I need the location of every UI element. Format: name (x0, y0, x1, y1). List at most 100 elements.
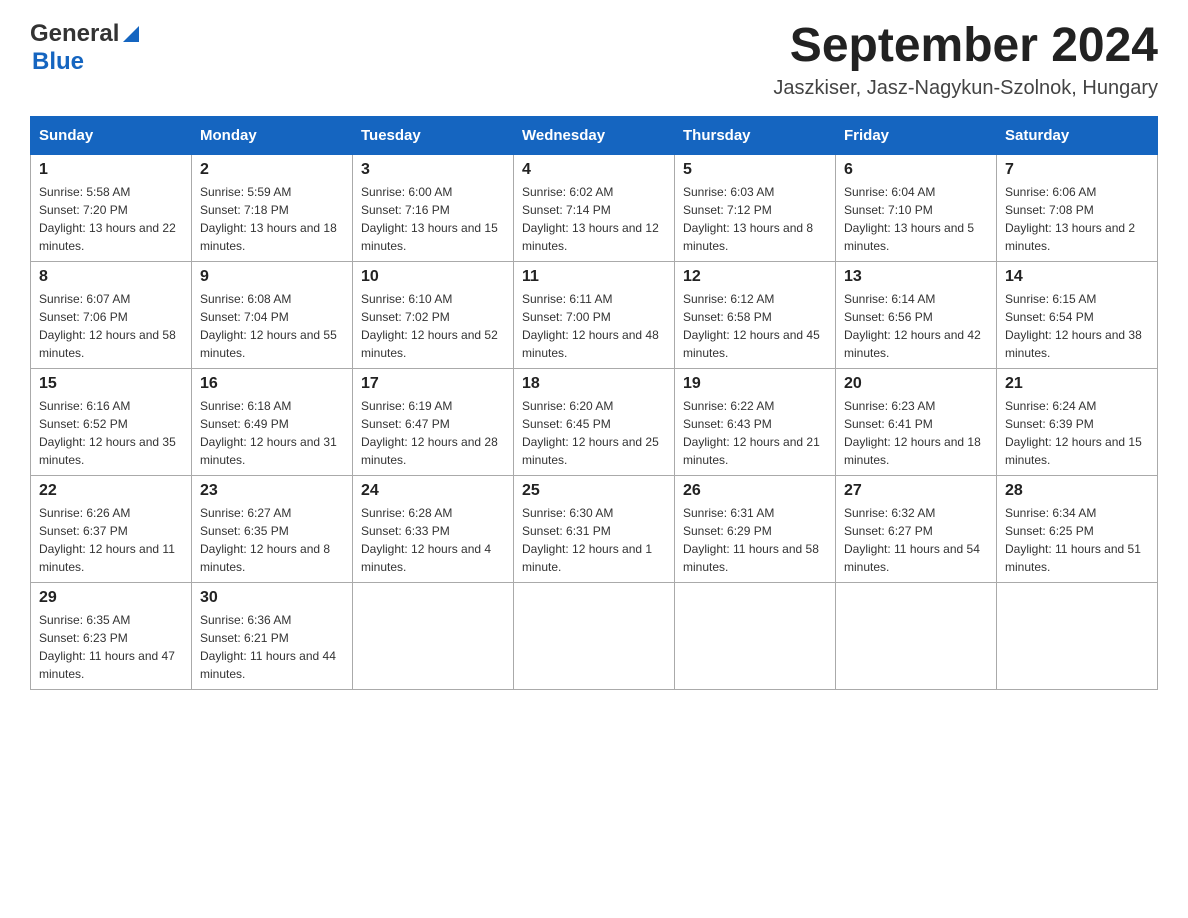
calendar-cell: 21 Sunrise: 6:24 AMSunset: 6:39 PMDayligh… (997, 368, 1158, 475)
day-info: Sunrise: 6:23 AMSunset: 6:41 PMDaylight:… (844, 397, 988, 469)
day-info: Sunrise: 6:11 AMSunset: 7:00 PMDaylight:… (522, 290, 666, 362)
calendar-cell (353, 582, 514, 689)
day-info: Sunrise: 6:06 AMSunset: 7:08 PMDaylight:… (1005, 183, 1149, 255)
day-info: Sunrise: 6:12 AMSunset: 6:58 PMDaylight:… (683, 290, 827, 362)
day-number: 12 (683, 268, 827, 286)
calendar-cell: 4 Sunrise: 6:02 AMSunset: 7:14 PMDaylight… (514, 154, 675, 261)
day-number: 17 (361, 375, 505, 393)
day-number: 20 (844, 375, 988, 393)
day-info: Sunrise: 5:58 AMSunset: 7:20 PMDaylight:… (39, 183, 183, 255)
day-number: 10 (361, 268, 505, 286)
day-number: 30 (200, 589, 344, 607)
day-info: Sunrise: 6:35 AMSunset: 6:23 PMDaylight:… (39, 611, 183, 683)
weekday-header-sunday: Sunday (31, 116, 192, 154)
calendar-cell: 7 Sunrise: 6:06 AMSunset: 7:08 PMDaylight… (997, 154, 1158, 261)
calendar-cell: 15 Sunrise: 6:16 AMSunset: 6:52 PMDayligh… (31, 368, 192, 475)
day-number: 15 (39, 375, 183, 393)
day-info: Sunrise: 6:04 AMSunset: 7:10 PMDaylight:… (844, 183, 988, 255)
calendar-cell: 23 Sunrise: 6:27 AMSunset: 6:35 PMDayligh… (192, 475, 353, 582)
calendar-cell: 16 Sunrise: 6:18 AMSunset: 6:49 PMDayligh… (192, 368, 353, 475)
day-number: 22 (39, 482, 183, 500)
calendar-cell: 29 Sunrise: 6:35 AMSunset: 6:23 PMDayligh… (31, 582, 192, 689)
day-number: 24 (361, 482, 505, 500)
calendar-cell: 8 Sunrise: 6:07 AMSunset: 7:06 PMDaylight… (31, 261, 192, 368)
weekday-header-friday: Friday (836, 116, 997, 154)
calendar-cell: 27 Sunrise: 6:32 AMSunset: 6:27 PMDayligh… (836, 475, 997, 582)
day-number: 29 (39, 589, 183, 607)
calendar-week-4: 22 Sunrise: 6:26 AMSunset: 6:37 PMDayligh… (31, 475, 1158, 582)
calendar-cell: 30 Sunrise: 6:36 AMSunset: 6:21 PMDayligh… (192, 582, 353, 689)
calendar-cell: 18Sunrise: 6:20 AMSunset: 6:45 PMDayligh… (514, 368, 675, 475)
calendar-cell: 25 Sunrise: 6:30 AMSunset: 6:31 PMDayligh… (514, 475, 675, 582)
day-info: Sunrise: 6:19 AMSunset: 6:47 PMDaylight:… (361, 397, 505, 469)
calendar-week-1: 1 Sunrise: 5:58 AMSunset: 7:20 PMDaylight… (31, 154, 1158, 261)
day-info: Sunrise: 6:30 AMSunset: 6:31 PMDaylight:… (522, 504, 666, 576)
page-header: General Blue September 2024 Jaszkiser, J… (30, 20, 1158, 100)
logo-general-text: General (30, 20, 119, 48)
day-number: 9 (200, 268, 344, 286)
calendar-cell: 24 Sunrise: 6:28 AMSunset: 6:33 PMDayligh… (353, 475, 514, 582)
calendar-cell: 10Sunrise: 6:10 AMSunset: 7:02 PMDayligh… (353, 261, 514, 368)
weekday-header-wednesday: Wednesday (514, 116, 675, 154)
calendar-week-2: 8 Sunrise: 6:07 AMSunset: 7:06 PMDaylight… (31, 261, 1158, 368)
day-info: Sunrise: 6:36 AMSunset: 6:21 PMDaylight:… (200, 611, 344, 683)
day-info: Sunrise: 6:08 AMSunset: 7:04 PMDaylight:… (200, 290, 344, 362)
calendar-cell: 1 Sunrise: 5:58 AMSunset: 7:20 PMDaylight… (31, 154, 192, 261)
calendar-cell: 13 Sunrise: 6:14 AMSunset: 6:56 PMDayligh… (836, 261, 997, 368)
logo-triangle-icon (121, 24, 141, 44)
calendar-week-5: 29 Sunrise: 6:35 AMSunset: 6:23 PMDayligh… (31, 582, 1158, 689)
day-number: 21 (1005, 375, 1149, 393)
weekday-header-monday: Monday (192, 116, 353, 154)
day-number: 7 (1005, 161, 1149, 179)
calendar-cell: 2 Sunrise: 5:59 AMSunset: 7:18 PMDaylight… (192, 154, 353, 261)
calendar-cell: 19 Sunrise: 6:22 AMSunset: 6:43 PMDayligh… (675, 368, 836, 475)
day-number: 26 (683, 482, 827, 500)
calendar-cell: 17 Sunrise: 6:19 AMSunset: 6:47 PMDayligh… (353, 368, 514, 475)
calendar-cell: 9 Sunrise: 6:08 AMSunset: 7:04 PMDaylight… (192, 261, 353, 368)
calendar-week-3: 15 Sunrise: 6:16 AMSunset: 6:52 PMDayligh… (31, 368, 1158, 475)
day-info: Sunrise: 6:16 AMSunset: 6:52 PMDaylight:… (39, 397, 183, 469)
day-number: 25 (522, 482, 666, 500)
day-info: Sunrise: 5:59 AMSunset: 7:18 PMDaylight:… (200, 183, 344, 255)
calendar-cell: 26 Sunrise: 6:31 AMSunset: 6:29 PMDayligh… (675, 475, 836, 582)
day-info: Sunrise: 6:14 AMSunset: 6:56 PMDaylight:… (844, 290, 988, 362)
calendar-cell: 28 Sunrise: 6:34 AMSunset: 6:25 PMDayligh… (997, 475, 1158, 582)
weekday-header-thursday: Thursday (675, 116, 836, 154)
logo: General Blue (30, 20, 141, 76)
day-info: Sunrise: 6:03 AMSunset: 7:12 PMDaylight:… (683, 183, 827, 255)
calendar-cell: 3Sunrise: 6:00 AMSunset: 7:16 PMDaylight… (353, 154, 514, 261)
day-info: Sunrise: 6:24 AMSunset: 6:39 PMDaylight:… (1005, 397, 1149, 469)
day-number: 5 (683, 161, 827, 179)
day-info: Sunrise: 6:15 AMSunset: 6:54 PMDaylight:… (1005, 290, 1149, 362)
day-number: 23 (200, 482, 344, 500)
day-info: Sunrise: 6:32 AMSunset: 6:27 PMDaylight:… (844, 504, 988, 576)
calendar-cell: 6Sunrise: 6:04 AMSunset: 7:10 PMDaylight… (836, 154, 997, 261)
day-info: Sunrise: 6:31 AMSunset: 6:29 PMDaylight:… (683, 504, 827, 576)
day-number: 8 (39, 268, 183, 286)
day-number: 2 (200, 161, 344, 179)
day-info: Sunrise: 6:02 AMSunset: 7:14 PMDaylight:… (522, 183, 666, 255)
day-info: Sunrise: 6:18 AMSunset: 6:49 PMDaylight:… (200, 397, 344, 469)
day-number: 28 (1005, 482, 1149, 500)
day-info: Sunrise: 6:07 AMSunset: 7:06 PMDaylight:… (39, 290, 183, 362)
day-info: Sunrise: 6:22 AMSunset: 6:43 PMDaylight:… (683, 397, 827, 469)
day-info: Sunrise: 6:20 AMSunset: 6:45 PMDaylight:… (522, 397, 666, 469)
calendar-cell: 12 Sunrise: 6:12 AMSunset: 6:58 PMDayligh… (675, 261, 836, 368)
day-info: Sunrise: 6:27 AMSunset: 6:35 PMDaylight:… (200, 504, 344, 576)
weekday-header-saturday: Saturday (997, 116, 1158, 154)
day-number: 16 (200, 375, 344, 393)
day-number: 1 (39, 161, 183, 179)
day-number: 19 (683, 375, 827, 393)
calendar-cell (675, 582, 836, 689)
calendar-cell: 20 Sunrise: 6:23 AMSunset: 6:41 PMDayligh… (836, 368, 997, 475)
day-number: 13 (844, 268, 988, 286)
day-number: 14 (1005, 268, 1149, 286)
day-number: 4 (522, 161, 666, 179)
day-info: Sunrise: 6:28 AMSunset: 6:33 PMDaylight:… (361, 504, 505, 576)
day-number: 3 (361, 161, 505, 179)
day-number: 11 (522, 268, 666, 286)
day-number: 27 (844, 482, 988, 500)
day-info: Sunrise: 6:26 AMSunset: 6:37 PMDaylight:… (39, 504, 183, 576)
calendar-cell: 11 Sunrise: 6:11 AMSunset: 7:00 PMDayligh… (514, 261, 675, 368)
day-info: Sunrise: 6:34 AMSunset: 6:25 PMDaylight:… (1005, 504, 1149, 576)
